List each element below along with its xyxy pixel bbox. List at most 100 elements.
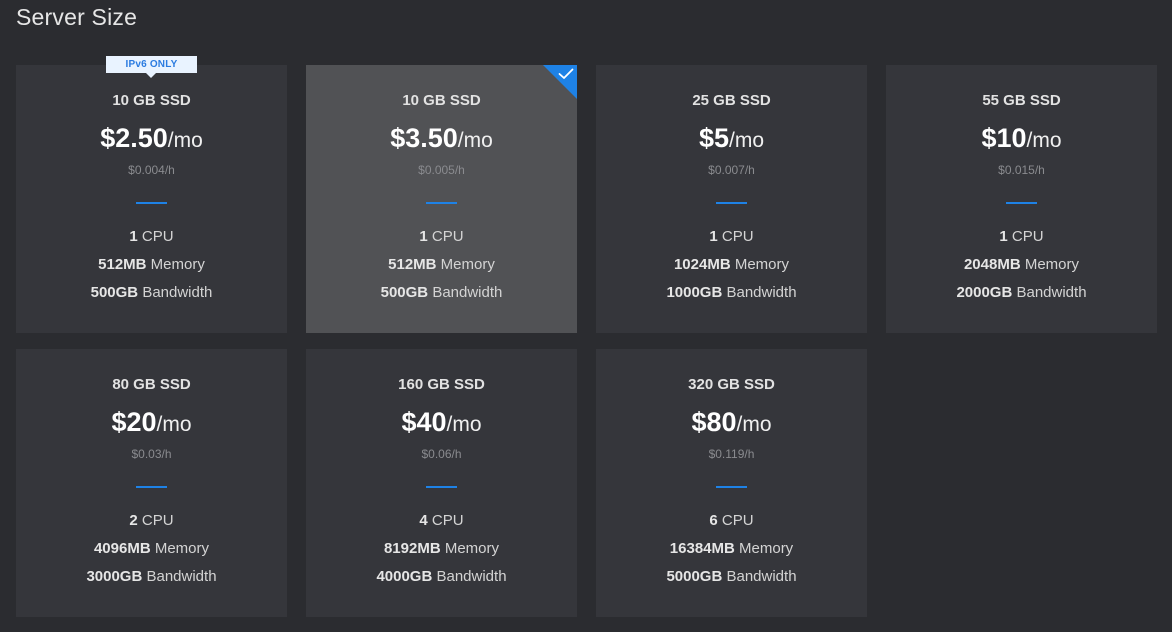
plan-cpu-value: 1 [999, 228, 1008, 245]
plan-hourly-price: $0.004/h [128, 163, 175, 177]
plan-bandwidth-value: 500GB [380, 284, 429, 301]
plan-price-unit: /mo [729, 129, 765, 152]
checkmark-icon [558, 68, 574, 79]
plan-hourly-price: $0.119/h [708, 447, 755, 461]
plan-memory: 512MB Memory [306, 256, 577, 273]
plan-hourly-price: $0.015/h [998, 163, 1045, 177]
plan-price-unit: /mo [736, 413, 772, 436]
plan-cpu-label: CPU [721, 228, 754, 245]
plan-memory: 1024MB Memory [596, 256, 867, 273]
plan-storage: 10 GB SSD [402, 92, 481, 109]
plan-divider [136, 486, 167, 488]
plan-divider [1006, 202, 1037, 204]
plan-hourly-price: $0.005/h [418, 163, 465, 177]
plan-memory-label: Memory [1024, 256, 1080, 273]
plan-cpu: 6 CPU [596, 512, 867, 529]
plan-memory: 2048MB Memory [886, 256, 1157, 273]
plan-card-10gb-3-50[interactable]: 10 GB SSD $3.50/mo $0.005/h 1 CPU 512MB … [306, 65, 577, 333]
plan-cpu-label: CPU [431, 512, 464, 529]
plan-price: $5/mo [596, 123, 867, 154]
plan-storage: 80 GB SSD [112, 376, 191, 393]
plan-cpu-value: 6 [709, 512, 718, 529]
plan-hourly-price: $0.007/h [708, 163, 755, 177]
plan-memory-label: Memory [440, 256, 495, 273]
plan-bandwidth-value: 1000GB [666, 284, 723, 301]
ipv6-only-badge: IPv6 ONLY [106, 56, 197, 78]
plan-bandwidth-value: 500GB [90, 284, 139, 301]
plan-divider [716, 202, 747, 204]
plan-cpu: 1 CPU [306, 228, 577, 245]
plan-price-unit: /mo [167, 129, 203, 152]
plan-divider [426, 486, 457, 488]
plan-bandwidth-label: Bandwidth [726, 568, 797, 585]
plan-memory-label: Memory [150, 256, 205, 273]
plan-bandwidth-value: 2000GB [956, 284, 1013, 301]
plan-price-amount: $3.50 [390, 123, 458, 153]
plan-cpu-value: 1 [129, 228, 138, 245]
plan-cpu-label: CPU [1011, 228, 1044, 245]
plan-price-unit: /mo [457, 129, 493, 152]
plan-bandwidth-label: Bandwidth [726, 284, 797, 301]
plan-price-amount: $5 [698, 123, 730, 153]
plan-card-320gb[interactable]: 320 GB SSD $80/mo $0.119/h 6 CPU 16384MB… [596, 349, 867, 617]
plan-memory: 16384MB Memory [596, 540, 867, 557]
section-title: Server Size [16, 4, 138, 30]
plan-price: $80/mo [596, 407, 867, 438]
plan-memory-value: 1024MB [673, 256, 731, 273]
plan-storage: 25 GB SSD [692, 92, 771, 109]
plan-bandwidth: 500GB Bandwidth [306, 284, 577, 301]
plan-card-25gb[interactable]: 25 GB SSD $5/mo $0.007/h 1 CPU 1024MB Me… [596, 65, 867, 333]
plan-price-unit: /mo [1026, 129, 1062, 152]
plan-memory: 512MB Memory [16, 256, 287, 273]
plan-price: $2.50/mo [16, 123, 287, 154]
plan-price-amount: $10 [981, 123, 1027, 153]
plan-cpu: 1 CPU [886, 228, 1157, 245]
plan-cpu-label: CPU [141, 228, 174, 245]
plan-memory-label: Memory [444, 540, 500, 557]
plan-card-80gb[interactable]: 80 GB SSD $20/mo $0.03/h 2 CPU 4096MB Me… [16, 349, 287, 617]
plan-storage: 10 GB SSD [112, 92, 191, 109]
plan-grid: IPv6 ONLY 10 GB SSD $2.50/mo $0.004/h 1 … [16, 56, 1157, 617]
plan-cpu-value: 2 [129, 512, 138, 529]
plan-bandwidth-label: Bandwidth [146, 568, 217, 585]
plan-memory-value: 4096MB [93, 540, 151, 557]
plan-cpu-label: CPU [431, 228, 464, 245]
plan-price-amount: $2.50 [100, 123, 168, 153]
plan-bandwidth: 500GB Bandwidth [16, 284, 287, 301]
plan-memory-label: Memory [739, 540, 794, 557]
plan-memory: 8192MB Memory [306, 540, 577, 557]
plan-bandwidth: 2000GB Bandwidth [886, 284, 1157, 301]
plan-storage: 55 GB SSD [982, 92, 1061, 109]
plan-bandwidth-label: Bandwidth [432, 284, 503, 301]
plan-bandwidth-label: Bandwidth [436, 568, 507, 585]
plan-price: $10/mo [886, 123, 1157, 154]
plan-memory-value: 8192MB [383, 540, 441, 557]
plan-bandwidth: 5000GB Bandwidth [596, 568, 867, 585]
plan-cpu: 4 CPU [306, 512, 577, 529]
plan-price-amount: $20 [111, 407, 157, 437]
plan-card-10gb-2-50[interactable]: IPv6 ONLY 10 GB SSD $2.50/mo $0.004/h 1 … [16, 56, 287, 333]
plan-bandwidth: 3000GB Bandwidth [16, 568, 287, 585]
plan-divider [426, 202, 457, 204]
plan-card-160gb[interactable]: 160 GB SSD $40/mo $0.06/h 4 CPU 8192MB M… [306, 349, 577, 617]
plan-price-unit: /mo [156, 413, 192, 436]
plan-divider [136, 202, 167, 204]
plan-divider [716, 486, 747, 488]
plan-cpu: 1 CPU [16, 228, 287, 245]
plan-memory-label: Memory [154, 540, 210, 557]
plan-bandwidth-label: Bandwidth [142, 284, 213, 301]
plan-card-55gb[interactable]: 55 GB SSD $10/mo $0.015/h 1 CPU 2048MB M… [886, 65, 1157, 333]
plan-bandwidth-value: 4000GB [376, 568, 433, 585]
plan-memory-value: 512MB [98, 256, 147, 273]
plan-price: $20/mo [16, 407, 287, 438]
plan-bandwidth-value: 5000GB [666, 568, 723, 585]
server-size-panel: Server Size IPv6 ONLY 10 GB SSD $2.50/mo… [0, 0, 1172, 632]
plan-hourly-price: $0.03/h [131, 447, 172, 461]
plan-bandwidth: 1000GB Bandwidth [596, 284, 867, 301]
plan-memory: 4096MB Memory [16, 540, 287, 557]
plan-storage: 160 GB SSD [398, 376, 485, 393]
plan-hourly-price: $0.06/h [421, 447, 462, 461]
plan-bandwidth: 4000GB Bandwidth [306, 568, 577, 585]
plan-cpu-value: 4 [419, 512, 428, 529]
plan-price-unit: /mo [446, 413, 482, 436]
